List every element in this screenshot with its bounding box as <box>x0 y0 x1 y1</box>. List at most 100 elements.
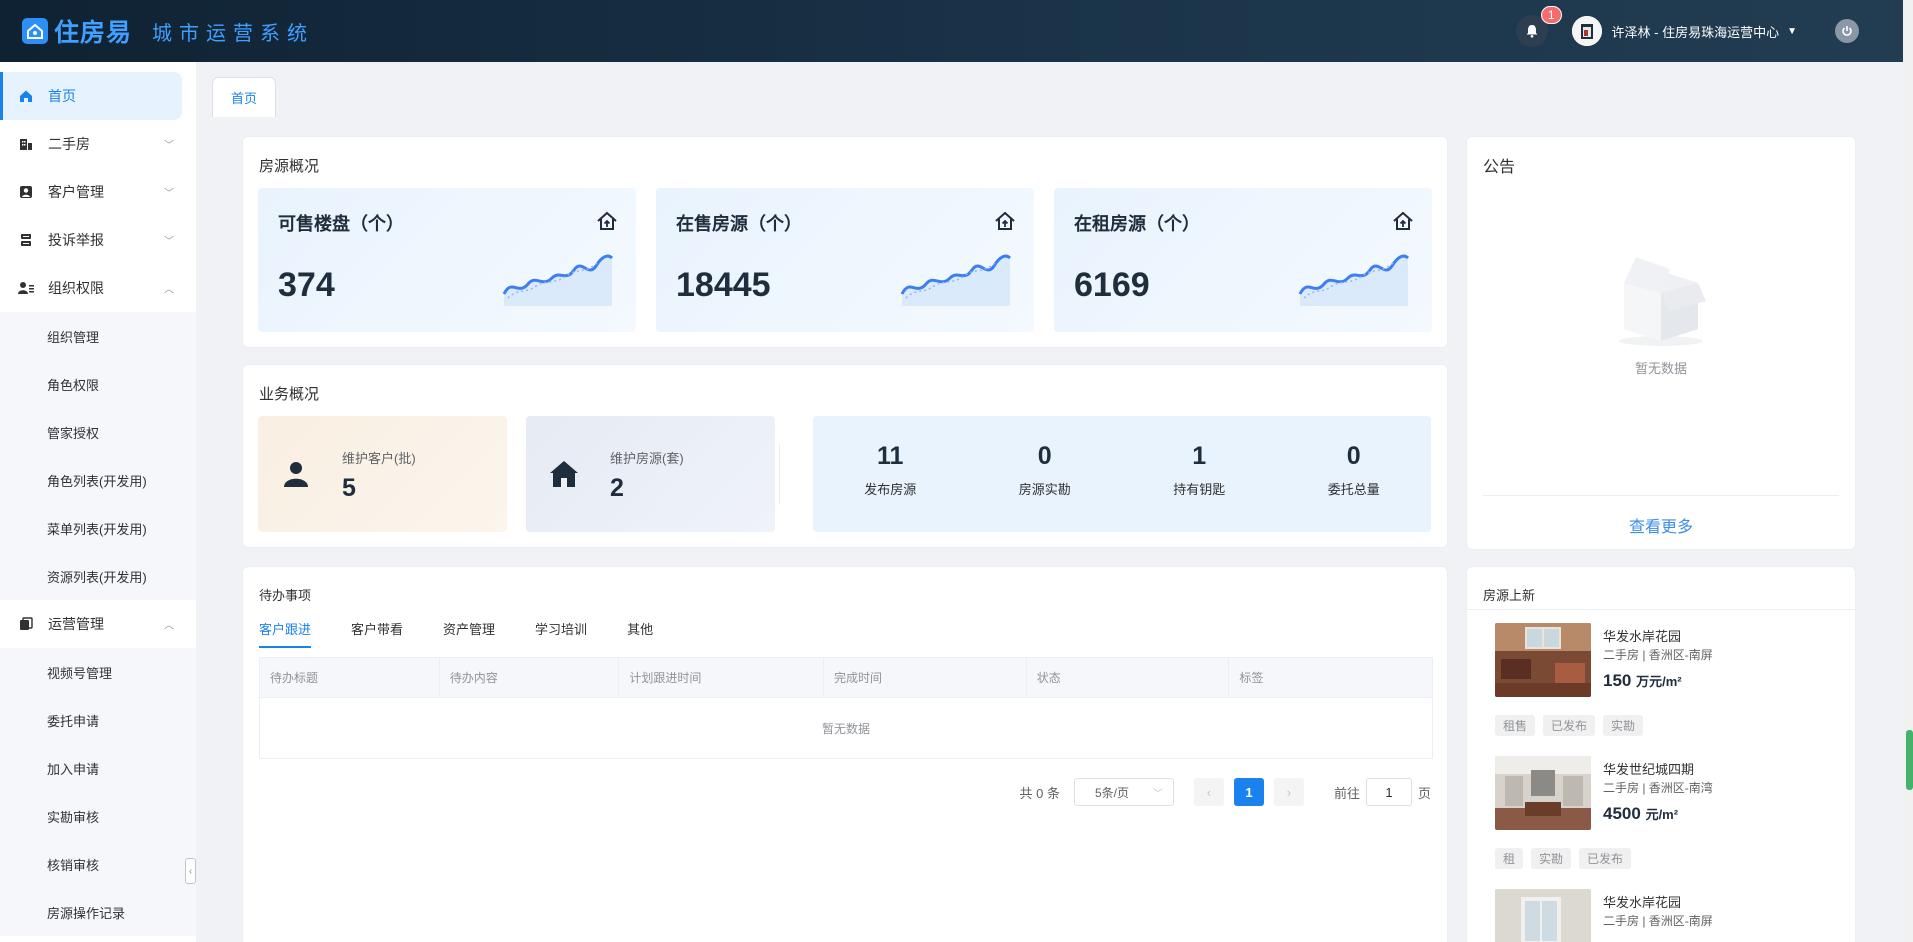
current-page-button[interactable]: 1 <box>1233 778 1264 806</box>
view-more-link[interactable]: 查看更多 <box>1467 513 1855 537</box>
pagination-total: 共 0 条 <box>1019 785 1060 801</box>
column-header[interactable]: 待办标题 <box>260 658 440 697</box>
sidebar-item-customer[interactable]: 客户管理 ﹀ <box>0 168 196 216</box>
home-icon <box>18 88 34 104</box>
stat-number: 0 <box>1037 442 1052 470</box>
user-group-icon <box>18 280 34 296</box>
stat-entrust-total[interactable]: 0 委托总量 <box>1277 416 1432 532</box>
column-header[interactable]: 标签 <box>1229 658 1432 697</box>
business-stats-panel: 11 发布房源 0 房源实勘 1 持有钥匙 0 委托总量 <box>813 416 1431 532</box>
tab-training[interactable]: 学习培训 <box>535 619 587 648</box>
avatar[interactable] <box>1571 16 1602 46</box>
maintain-houses-label: 维护房源(套) <box>610 451 684 466</box>
notification-button[interactable]: 1 <box>1515 6 1562 47</box>
column-header[interactable]: 计划跟进时间 <box>619 658 825 697</box>
stat-number: 0 <box>1346 442 1361 470</box>
page-size-value: 5条/页 <box>1094 785 1129 800</box>
stat-published-houses[interactable]: 11 发布房源 <box>813 416 968 532</box>
scrollbar-thumb[interactable] <box>1906 730 1913 790</box>
tag: 实勘 <box>1603 715 1644 736</box>
listing-item[interactable]: 华发水岸花园 二手房 | 香洲区-南屏 150 万元/m² 租售 已发布 实勘 <box>1495 623 1855 743</box>
sidebar-item-label: 客户管理 <box>48 184 104 200</box>
notice-empty-text: 暂无数据 <box>1634 361 1687 376</box>
stat-card-sellable-projects[interactable]: 可售楼盘（个） 374 <box>258 188 636 332</box>
sidebar-subitem-entrust[interactable]: 委托申请 <box>0 696 196 744</box>
todo-tabs: 客户跟进 客户带看 资产管理 学习培训 其他 <box>259 619 693 648</box>
price-value: 4500 <box>1603 804 1641 823</box>
stat-house-surveys[interactable]: 0 房源实勘 <box>968 416 1123 532</box>
house-overview-title: 房源概况 <box>259 158 320 175</box>
stat-number: 11 <box>877 442 904 470</box>
caret-down-icon[interactable]: ▼ <box>1787 26 1797 37</box>
stat-card-listings-for-rent[interactable]: 在租房源（个） 6169 <box>1054 188 1432 332</box>
stat-value: 374 <box>278 266 335 304</box>
complaint-icon <box>18 232 34 248</box>
listing-item[interactable]: 华发世纪城四期 二手房 | 香洲区-南湾 4500 元/m² 租 实勘 已发布 <box>1495 756 1855 876</box>
maintain-customers-label: 维护客户(批) <box>342 451 416 466</box>
stat-keys-held[interactable]: 1 持有钥匙 <box>1122 416 1277 532</box>
sidebar-item-label: 运营管理 <box>48 616 104 632</box>
listing-photo <box>1495 756 1591 830</box>
sidebar-subitem-join[interactable]: 加入申请 <box>0 744 196 792</box>
building-icon <box>18 136 34 152</box>
tab-other[interactable]: 其他 <box>627 619 653 648</box>
todo-table: 待办标题 待办内容 计划跟进时间 完成时间 状态 标签 暂无数据 <box>259 657 1433 759</box>
next-page-button[interactable]: › <box>1273 778 1304 806</box>
sidebar-subitem-video[interactable]: 视频号管理 <box>0 648 196 696</box>
stat-card-listings-for-sale[interactable]: 在售房源（个） 18445 <box>656 188 1034 332</box>
divider <box>779 444 780 504</box>
sidebar-subitem-menu-list[interactable]: 菜单列表(开发用) <box>0 504 196 552</box>
chevron-down-icon: ﹀ <box>1152 788 1163 800</box>
logo-icon <box>22 18 48 44</box>
page-suffix-label: 页 <box>1417 785 1431 801</box>
column-header[interactable]: 完成时间 <box>824 658 1027 697</box>
sidebar-subitem-survey-review[interactable]: 实勘审核 <box>0 792 196 840</box>
sidebar-item-complaint[interactable]: 投诉举报 ﹀ <box>0 216 196 264</box>
column-header[interactable]: 状态 <box>1027 658 1230 697</box>
tag: 已发布 <box>1579 848 1632 869</box>
stat-value: 6169 <box>1074 266 1150 304</box>
sidebar-item-secondhand[interactable]: 二手房 ﹀ <box>0 120 196 168</box>
tab-bar: 首页 <box>196 62 1903 117</box>
listing-item[interactable]: 华发水岸花园 二手房 | 香洲区-南屏 <box>1495 889 1855 942</box>
goto-page-input[interactable]: 1 <box>1365 778 1412 806</box>
sidebar-subitem-role-permission[interactable]: 角色权限 <box>0 360 196 408</box>
sidebar-item-operations[interactable]: 运营管理 ︿ <box>0 600 196 648</box>
column-header[interactable]: 待办内容 <box>440 658 620 697</box>
sidebar-item-label: 投诉举报 <box>48 232 104 248</box>
bell-icon <box>1526 25 1538 38</box>
sidebar-item-label: 组织权限 <box>48 280 104 296</box>
sparkline-chart <box>1298 254 1410 306</box>
chevron-down-icon: ﹀ <box>164 140 174 152</box>
maintain-customers-card[interactable]: 维护客户(批) 5 <box>258 416 507 532</box>
sidebar-item-home[interactable]: 首页 <box>0 72 182 120</box>
stat-label: 发布房源 <box>864 482 917 497</box>
house-up-icon <box>1393 211 1413 230</box>
stat-title: 在售房源（个） <box>676 214 802 234</box>
sidebar-subitem-role-list[interactable]: 角色列表(开发用) <box>0 456 196 504</box>
sidebar-collapse-button[interactable]: ‹ <box>185 858 196 884</box>
tab-customer-viewing[interactable]: 客户带看 <box>351 619 403 648</box>
tab-asset-management[interactable]: 资产管理 <box>443 619 495 648</box>
sidebar-item-org[interactable]: 组织权限 ︿ <box>0 264 196 312</box>
sidebar-subitem-steward-auth[interactable]: 管家授权 <box>0 408 196 456</box>
price-unit: 元/m² <box>1645 807 1679 822</box>
prev-page-button[interactable]: ‹ <box>1193 778 1224 806</box>
user-label[interactable]: 许泽林 - 住房易珠海运营中心 <box>1612 22 1780 41</box>
notice-title: 公告 <box>1483 159 1516 176</box>
maintain-houses-card[interactable]: 维护房源(套) 2 <box>526 416 775 532</box>
power-icon[interactable] <box>1835 19 1859 43</box>
sidebar-subitem-resource-list[interactable]: 资源列表(开发用) <box>0 552 196 600</box>
page-size-select[interactable]: 5条/页 ﹀ <box>1073 778 1174 806</box>
scrollbar-track[interactable] <box>1903 0 1913 942</box>
stat-title: 在租房源（个） <box>1074 214 1200 234</box>
stat-label: 委托总量 <box>1327 482 1380 497</box>
tag: 租售 <box>1495 715 1536 736</box>
tab-customer-followup[interactable]: 客户跟进 <box>259 619 312 648</box>
sidebar-subitem-house-log[interactable]: 房源操作记录 <box>0 888 196 936</box>
sidebar-subitem-org-manage[interactable]: 组织管理 <box>0 312 196 360</box>
tab-home[interactable]: 首页 <box>212 77 276 117</box>
sidebar-subitem-writeoff-review[interactable]: 核销审核 <box>0 840 196 888</box>
listing-name: 华发世纪城四期 <box>1603 762 1695 777</box>
logo[interactable]: 住房易 城市运营系统 <box>22 13 314 49</box>
